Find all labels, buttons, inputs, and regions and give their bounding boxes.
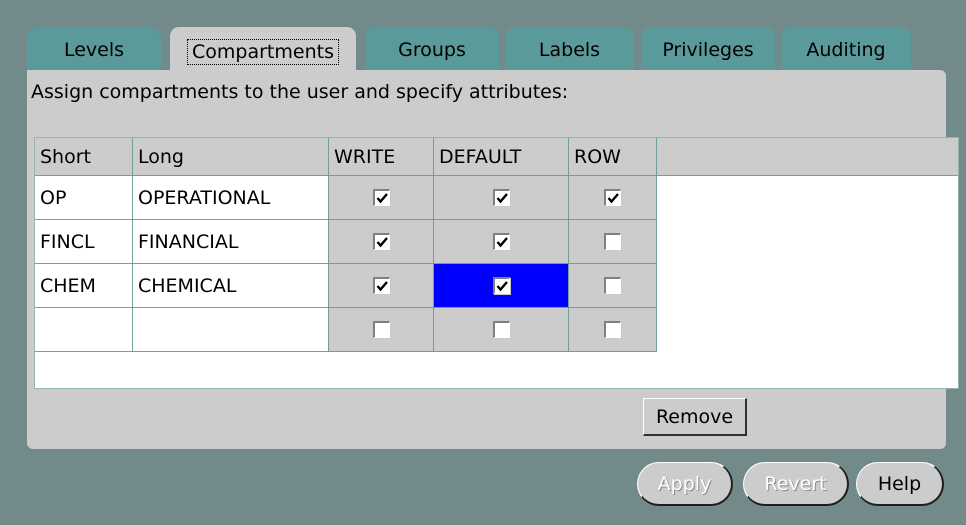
cell-short[interactable]: CHEM <box>35 264 133 308</box>
compartments-table[interactable]: Short Long WRITE DEFAULT ROW OP OPERATION… <box>34 137 959 389</box>
tab-label: Labels <box>538 39 601 61</box>
cell-long[interactable] <box>133 308 329 352</box>
tab-labels[interactable]: Labels <box>505 28 634 72</box>
tab-label: Compartments <box>187 39 339 65</box>
tab-auditing[interactable]: Auditing <box>781 28 911 72</box>
cell-write <box>329 176 434 220</box>
cell-write <box>329 264 434 308</box>
cell-row <box>569 264 657 308</box>
checkmark-icon <box>496 281 508 292</box>
column-header-default[interactable]: DEFAULT <box>434 138 569 176</box>
tab-label: Levels <box>63 39 125 61</box>
column-header-filler <box>657 138 958 176</box>
cell-row <box>569 176 657 220</box>
checkmark-icon <box>607 193 619 204</box>
checkmark-icon <box>496 193 508 204</box>
cell-short[interactable]: FINCL <box>35 220 133 264</box>
write-checkbox[interactable] <box>372 233 390 250</box>
write-checkbox[interactable] <box>372 277 390 294</box>
instruction-text: Assign compartments to the user and spec… <box>31 81 569 103</box>
cell-write <box>329 308 434 352</box>
checkmark-icon <box>376 281 388 292</box>
cell-short[interactable] <box>35 308 133 352</box>
tab-label: Privileges <box>662 39 754 61</box>
cell-default <box>434 308 569 352</box>
apply-button[interactable]: Apply <box>637 462 733 506</box>
table-row[interactable]: CHEM CHEMICAL <box>35 264 657 308</box>
remove-button[interactable]: Remove <box>643 398 747 436</box>
table-header: Short Long WRITE DEFAULT ROW <box>35 138 958 176</box>
column-header-long[interactable]: Long <box>133 138 329 176</box>
tab-groups[interactable]: Groups <box>365 28 499 72</box>
row-checkbox[interactable] <box>604 277 621 294</box>
table-row[interactable]: OP OPERATIONAL <box>35 176 657 220</box>
table-row[interactable] <box>35 308 657 352</box>
column-header-write[interactable]: WRITE <box>329 138 434 176</box>
write-checkbox[interactable] <box>372 321 390 338</box>
revert-button[interactable]: Revert <box>743 462 849 506</box>
cell-row <box>569 220 657 264</box>
default-checkbox[interactable] <box>492 321 510 338</box>
cell-row <box>569 308 657 352</box>
checkmark-icon <box>376 237 388 248</box>
cell-long[interactable]: OPERATIONAL <box>133 176 329 220</box>
cell-default <box>434 264 569 308</box>
tab-label: Groups <box>398 39 466 61</box>
table-row[interactable]: FINCL FINANCIAL <box>35 220 657 264</box>
help-button[interactable]: Help <box>856 462 944 506</box>
cell-default <box>434 220 569 264</box>
cell-write <box>329 220 434 264</box>
default-checkbox[interactable] <box>492 189 510 206</box>
cell-long[interactable]: CHEMICAL <box>133 264 329 308</box>
compartments-panel: Assign compartments to the user and spec… <box>27 70 959 449</box>
column-header-short[interactable]: Short <box>35 138 133 176</box>
tab-privileges[interactable]: Privileges <box>641 28 775 72</box>
default-checkbox[interactable] <box>492 277 510 294</box>
write-checkbox[interactable] <box>372 189 390 206</box>
column-header-row[interactable]: ROW <box>569 138 657 176</box>
cell-long[interactable]: FINANCIAL <box>133 220 329 264</box>
checkmark-icon <box>496 237 508 248</box>
tab-levels[interactable]: Levels <box>27 28 161 72</box>
row-checkbox[interactable] <box>604 321 621 338</box>
row-checkbox[interactable] <box>604 233 621 250</box>
default-checkbox[interactable] <box>492 233 510 250</box>
tab-label: Auditing <box>806 39 886 61</box>
row-checkbox[interactable] <box>604 189 621 206</box>
cell-short[interactable]: OP <box>35 176 133 220</box>
checkmark-icon <box>376 193 388 204</box>
tab-compartments[interactable]: Compartments <box>170 27 356 77</box>
cell-default <box>434 176 569 220</box>
